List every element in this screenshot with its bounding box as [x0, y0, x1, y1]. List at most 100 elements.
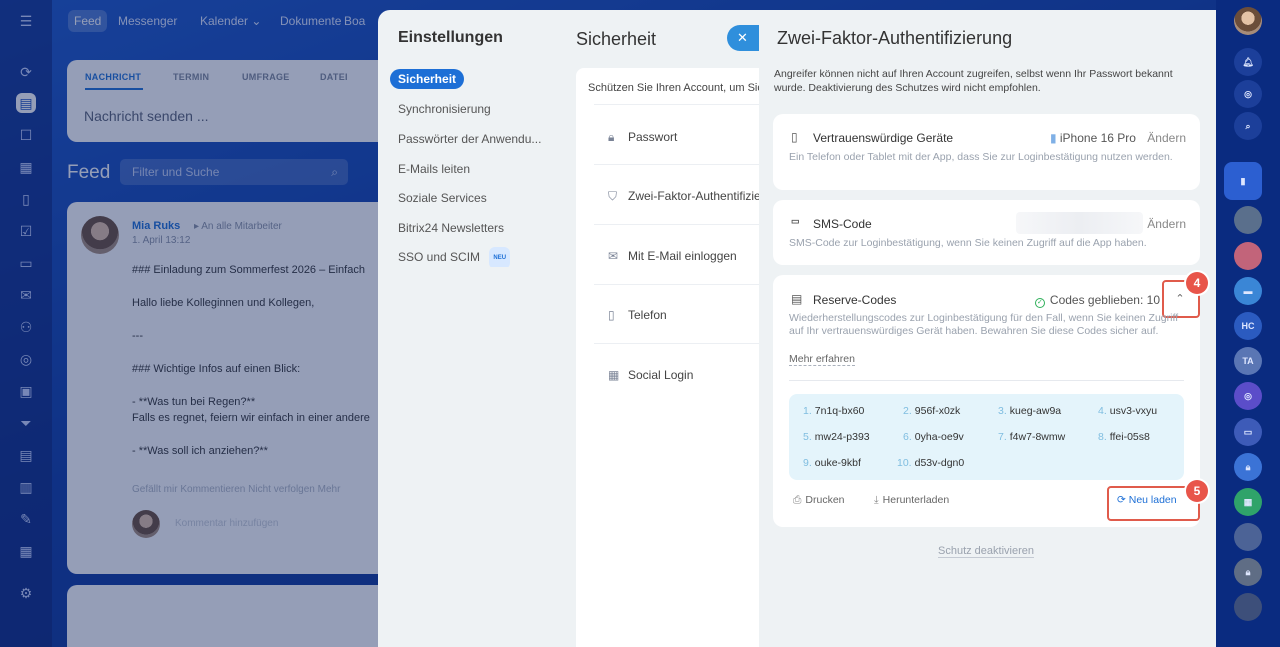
code-value: ffei-05s8 [1109, 431, 1150, 443]
step-marker-5: 5 [1186, 480, 1208, 502]
print-button[interactable]: ⎙ Drucken [793, 494, 845, 507]
code-value: ouke-9kbf [814, 457, 861, 469]
avatar[interactable] [1234, 206, 1262, 234]
sheet-icon[interactable]: ▦ [1234, 488, 1262, 516]
settings-nav-sicherheit[interactable]: Sicherheit [390, 69, 465, 89]
sms-icon: ▭ [791, 216, 800, 226]
change-sms-link[interactable]: Ändern [1147, 217, 1186, 231]
settings-nav-sso[interactable]: SSO und SCIM NEU [390, 247, 560, 267]
grid-icon: ▦ [608, 368, 620, 382]
code-number: 5. [803, 431, 812, 443]
code-number: 1. [803, 405, 812, 417]
security-item-2fa[interactable]: Zwei-Faktor-Authentifizie [628, 189, 761, 203]
list-item: 1. 7n1q-bx60 [803, 405, 864, 417]
code-number: 7. [998, 431, 1007, 443]
bell-icon[interactable]: 🔔︎ [1234, 48, 1262, 76]
codes-left-label: Codes geblieben: 10 [1049, 293, 1160, 307]
code-number: 8. [1098, 431, 1107, 443]
trusted-devices-description: Ein Telefon oder Tablet mit der App, das… [789, 151, 1173, 163]
mail-icon: ✉ [608, 249, 619, 263]
trusted-device-info: ▮ iPhone 16 Pro Ändern [1050, 131, 1186, 145]
code-number: 4. [1098, 405, 1107, 417]
lock-icon[interactable]: 🔒︎ [1234, 558, 1262, 586]
codes-list: 1. 7n1q-bx60 2. 956f-x0zk 3. kueg-aw9a 4. us… [789, 394, 1184, 480]
search-icon[interactable]: ⌕ [1234, 112, 1262, 140]
download-button[interactable]: ⤓ Herunterladen [874, 494, 949, 507]
lock-icon[interactable]: 🔒︎ [1234, 453, 1262, 481]
code-value: d53v-dgn0 [914, 457, 965, 469]
list-item: 10. d53v-dgn0 [897, 457, 964, 469]
settings-title: Einstellungen [398, 29, 503, 46]
close-icon[interactable]: ✕ [727, 25, 759, 51]
settings-nav-sso-label: SSO und SCIM [398, 250, 481, 265]
code-number: 10. [897, 457, 912, 469]
code-number: 2. [903, 405, 912, 417]
settings-nav-synchronisierung[interactable]: Synchronisierung [390, 99, 560, 119]
phone-number-blurred [1016, 212, 1143, 234]
divider [789, 380, 1184, 381]
avatar[interactable] [1234, 523, 1262, 551]
printer-icon: ⎙ [793, 494, 802, 506]
sms-code-description: SMS-Code zur Loginbestätigung, wenn Sie … [789, 237, 1147, 249]
avatar[interactable] [1234, 7, 1262, 35]
phone-icon: ▯ [608, 308, 615, 322]
list-item: 4. usv3-vxyu [1098, 405, 1157, 417]
settings-nav-passwoerter[interactable]: Passwörter der Anwendu... [390, 129, 560, 149]
security-item-email-login[interactable]: Mit E-Mail einloggen [628, 249, 737, 263]
list-item: 7. f4w7-8wmw [998, 431, 1065, 443]
code-number: 9. [803, 457, 812, 469]
security-item-social-login[interactable]: Social Login [628, 368, 693, 382]
code-value: 7n1q-bx60 [814, 405, 865, 417]
code-value: 956f-x0zk [914, 405, 961, 417]
settings-nav-newsletters[interactable]: Bitrix24 Newsletters [390, 218, 560, 238]
target-icon[interactable]: ◎ [1234, 80, 1262, 108]
list-item: 6. 0yha-oe9v [903, 431, 964, 443]
chat-icon[interactable]: ▬ [1234, 277, 1262, 305]
check-circle-icon: ✓ [1034, 298, 1045, 308]
security-item-passwort[interactable]: Passwort [628, 130, 677, 144]
code-value: 0yha-oe9v [914, 431, 964, 443]
security-item-telefon[interactable]: Telefon [628, 308, 667, 322]
trusted-device-name: iPhone 16 Pro [1059, 131, 1136, 145]
page-title: Zwei-Faktor-Authentifizierung [777, 28, 1013, 48]
avatar[interactable] [1234, 593, 1262, 621]
right-sidebar: 🔔︎ ◎ ⌕ ▮ ▬ HC TA ◎ ▭ 🔒︎ ▦ 🔒︎ [1216, 0, 1280, 647]
deactivate-protection-link[interactable]: Schutz deaktivieren [938, 545, 1034, 558]
list-item: 5. mw24-p393 [803, 431, 870, 443]
code-value: mw24-p393 [814, 431, 870, 443]
shield-icon: ⛉ [608, 189, 618, 203]
list-item: 9. ouke-9kbf [803, 457, 861, 469]
code-value: usv3-vxyu [1109, 405, 1158, 417]
security-intro: Schützen Sie Ihren Account, um Sic [588, 82, 763, 94]
tfa-intro: Angreifer können nicht auf Ihren Account… [774, 68, 1173, 94]
sms-code-title: SMS-Code [813, 217, 872, 231]
avatar[interactable] [1234, 242, 1262, 270]
print-label: Drucken [805, 494, 845, 506]
list-item: 8. ffei-05s8 [1098, 431, 1150, 443]
settings-panel: Einstellungen Sicherheit Synchronisierun… [378, 10, 798, 647]
target-icon[interactable]: ◎ [1234, 382, 1262, 410]
step-marker-4: 4 [1186, 272, 1208, 294]
document-icon: ▤ [791, 292, 803, 306]
code-number: 3. [998, 405, 1007, 417]
download-label: Herunterladen [882, 494, 950, 506]
change-device-link[interactable]: Ändern [1147, 131, 1186, 145]
list-item: 2. 956f-x0zk [903, 405, 960, 417]
reserve-codes-card: ▤ Reserve-Codes ✓ Codes geblieben: 10 ⌃ W… [773, 275, 1200, 527]
code-number: 6. [903, 431, 912, 443]
id-card-icon[interactable]: ▭ [1234, 418, 1262, 446]
codes-left-status: ✓ Codes geblieben: 10 [1034, 293, 1160, 308]
trusted-devices-card: ▯ Vertrauenswürdige Geräte ▮ iPhone 16 P… [773, 114, 1200, 190]
reserve-codes-title: Reserve-Codes [813, 293, 897, 307]
settings-nav-emails[interactable]: E-Mails leiten [390, 159, 560, 179]
bookmark-icon[interactable]: ▮ [1224, 162, 1262, 200]
code-value: kueg-aw9a [1009, 405, 1062, 417]
list-item: 3. kueg-aw9a [998, 405, 1061, 417]
settings-nav-social[interactable]: Soziale Services [390, 188, 560, 208]
two-factor-panel: Zwei-Faktor-Authentifizierung Angreifer … [759, 10, 1216, 647]
avatar-ta[interactable]: TA [1234, 347, 1262, 375]
new-badge: NEU [489, 247, 511, 267]
learn-more-link[interactable]: Mehr erfahren [789, 353, 855, 366]
avatar-hc[interactable]: HC [1234, 312, 1262, 340]
lock-icon: 🔒︎ [608, 130, 615, 144]
